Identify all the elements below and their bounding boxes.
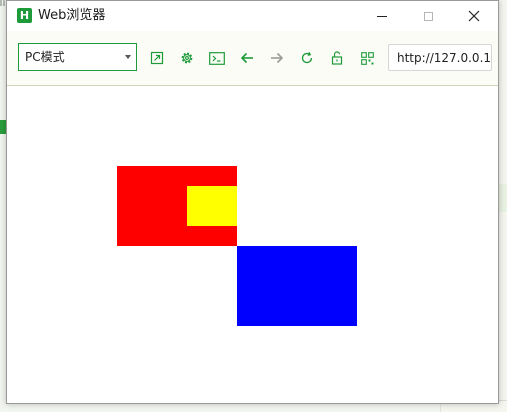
qr-code-icon[interactable] (358, 49, 376, 67)
maximize-icon (423, 11, 433, 21)
page-viewport (7, 86, 498, 403)
url-text: http://127.0.0.1: (397, 51, 492, 65)
yellow-rectangle (187, 186, 237, 226)
open-external-icon[interactable] (148, 49, 166, 67)
close-icon (468, 10, 480, 22)
close-button[interactable] (451, 1, 497, 31)
mode-select-value: PC模式 (25, 50, 65, 64)
forward-arrow-icon[interactable] (268, 49, 286, 67)
console-icon[interactable] (208, 49, 226, 67)
settings-gear-icon[interactable] (178, 49, 196, 67)
mode-select[interactable]: PC模式 (18, 43, 137, 71)
browser-toolbar: PC模式 http://127.0.0.1: (7, 31, 498, 86)
minimize-icon (377, 15, 387, 17)
refresh-icon[interactable] (298, 49, 316, 67)
app-logo-icon: H (17, 8, 32, 23)
minimize-button[interactable] (359, 1, 405, 31)
window-title: Web浏览器 (38, 8, 106, 23)
title-bar[interactable]: H Web浏览器 (7, 1, 498, 31)
back-arrow-icon[interactable] (238, 49, 256, 67)
unlock-icon[interactable] (328, 49, 346, 67)
chevron-down-icon (125, 55, 131, 59)
maximize-button[interactable] (405, 1, 451, 31)
blue-rectangle (237, 246, 357, 326)
browser-window: H Web浏览器 PC模式 http://127.0.0.1: (6, 0, 499, 404)
url-input[interactable]: http://127.0.0.1: (388, 44, 492, 71)
